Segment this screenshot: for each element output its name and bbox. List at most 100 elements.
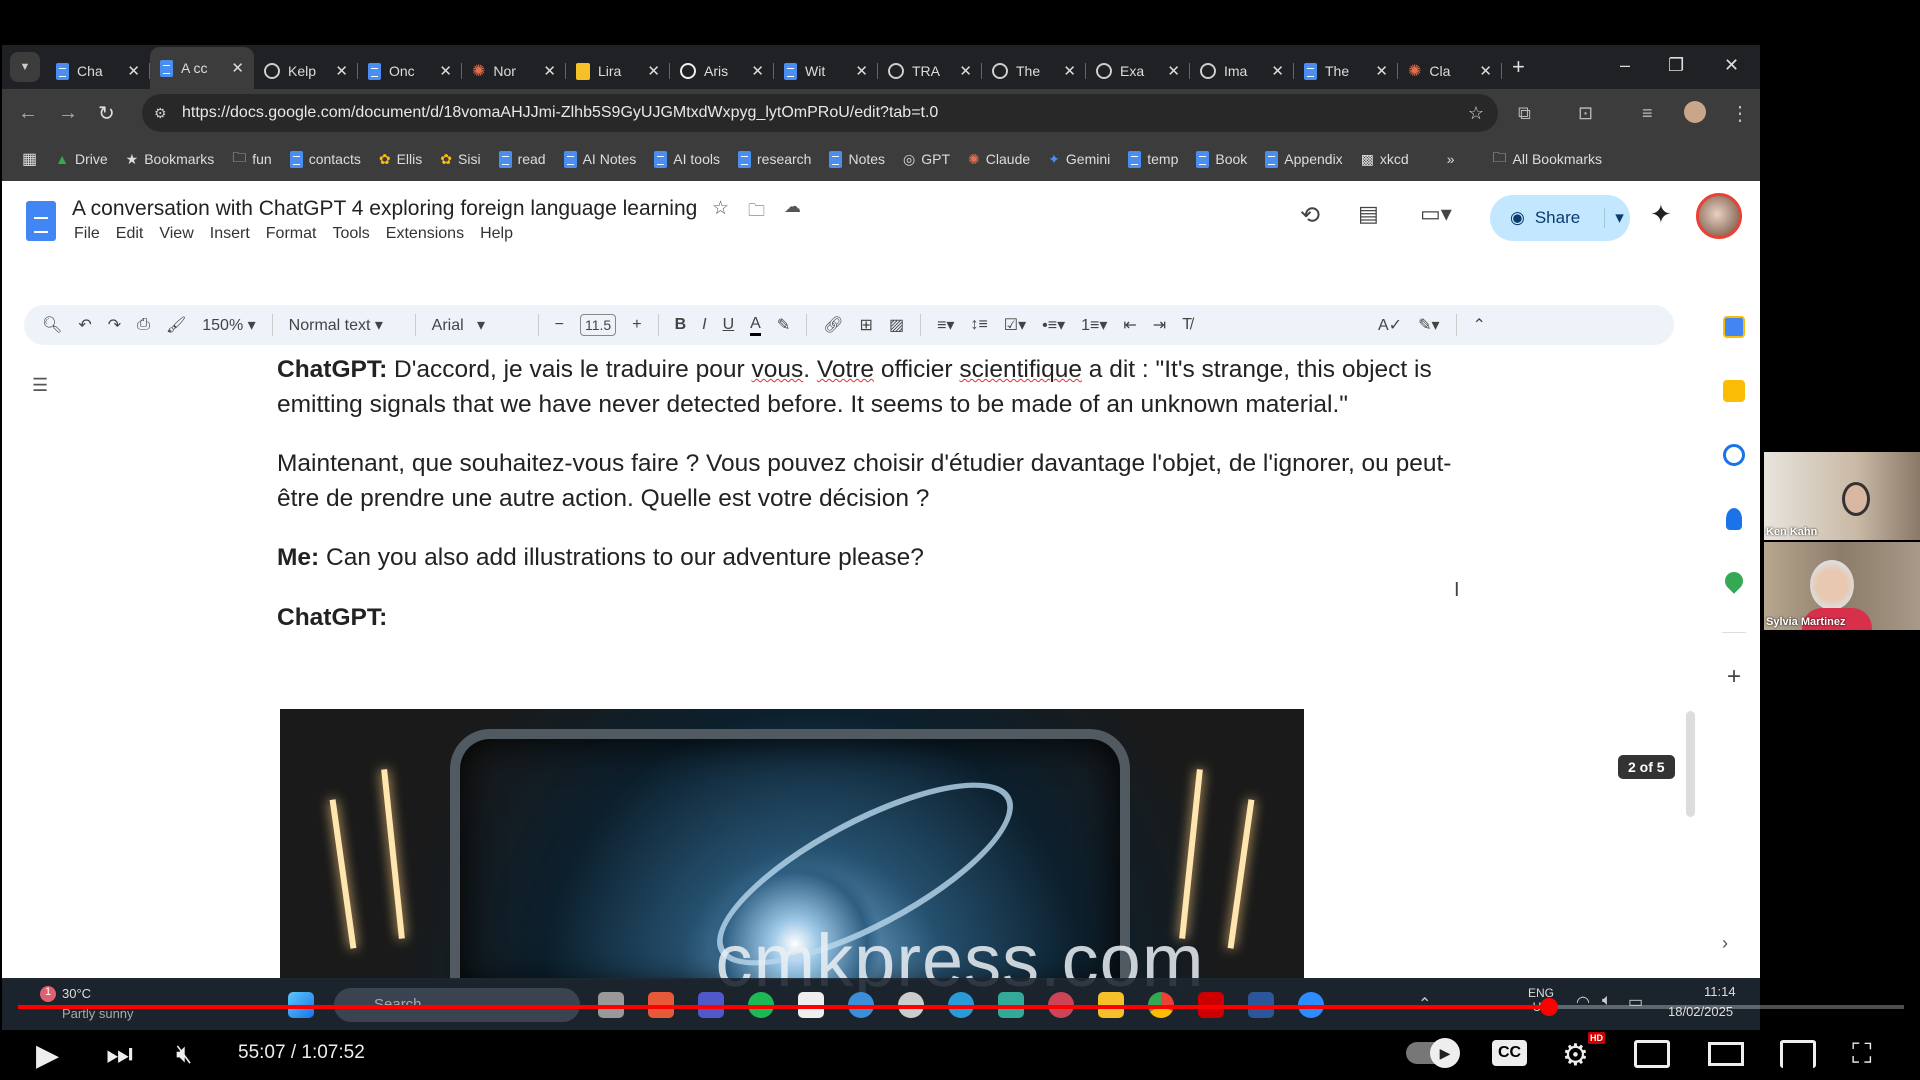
tab[interactable]: Wit ✕ <box>774 53 878 89</box>
site-info-icon[interactable]: ⚙ <box>154 105 167 122</box>
close-tab-icon[interactable]: ✕ <box>855 62 868 80</box>
comments-icon[interactable]: ▤ <box>1358 201 1379 227</box>
new-tab-button[interactable]: + <box>1512 54 1525 80</box>
next-icon[interactable]: ⏭︎ <box>106 1038 133 1072</box>
restore-button[interactable]: ❐ <box>1668 55 1684 76</box>
zoom-select[interactable]: 150% ▾ <box>202 315 255 335</box>
bookmark[interactable]: 🗀 fun <box>232 147 271 171</box>
comment-add-icon[interactable]: ⊞ <box>860 315 873 335</box>
close-window-button[interactable]: ✕ <box>1724 55 1739 76</box>
increase-indent-icon[interactable]: ⇥ <box>1153 315 1166 335</box>
bookmark[interactable]: ▲ Drive <box>55 147 108 171</box>
decrease-indent-icon[interactable]: ⇤ <box>1123 315 1136 335</box>
increase-font-size-button[interactable]: + <box>632 316 641 334</box>
menu-tools[interactable]: Tools <box>332 225 369 243</box>
menu-format[interactable]: Format <box>266 225 317 243</box>
close-tab-icon[interactable]: ✕ <box>1479 62 1492 80</box>
all-bookmarks-button[interactable]: 🗀 All Bookmarks <box>1493 147 1602 171</box>
menu-edit[interactable]: Edit <box>116 225 144 243</box>
minimize-button[interactable]: – <box>1620 55 1630 76</box>
bookmark[interactable]: temp <box>1128 147 1178 171</box>
tab[interactable]: The ✕ <box>1294 53 1398 89</box>
maps-icon[interactable] <box>1721 568 1747 594</box>
bookmark[interactable]: ✿ Ellis <box>379 147 422 171</box>
italic-icon[interactable]: I <box>702 316 706 334</box>
editing-mode-icon[interactable]: ✎▾ <box>1418 315 1439 335</box>
address-bar[interactable]: ⚙ https://docs.google.com/document/d/18v… <box>142 94 1498 132</box>
highlight-icon[interactable]: ✎ <box>777 315 790 335</box>
bookmark[interactable]: AI Notes <box>563 147 636 171</box>
bold-icon[interactable]: B <box>675 316 687 334</box>
bookmark[interactable]: ✿ Sisi <box>440 147 480 171</box>
spellcheck-icon[interactable]: A✓ <box>1378 315 1402 335</box>
autoplay-toggle[interactable]: ▶ <box>1406 1038 1460 1068</box>
close-tab-icon[interactable]: ✕ <box>127 62 140 80</box>
menu-extensions[interactable]: Extensions <box>386 225 464 243</box>
theater-mode-icon[interactable] <box>1708 1042 1744 1066</box>
document-title[interactable]: A conversation with ChatGPT 4 exploring … <box>72 197 697 221</box>
bookmark[interactable]: AI tools <box>654 147 720 171</box>
bookmark[interactable]: contacts <box>289 147 361 171</box>
tab[interactable]: ✺ Nor ✕ <box>462 53 566 89</box>
undo-icon[interactable]: ↶ <box>78 315 91 335</box>
checklist-icon[interactable]: ☑▾ <box>1004 315 1026 335</box>
scrollbar[interactable] <box>1686 711 1695 817</box>
tasks-icon[interactable] <box>1723 444 1745 466</box>
close-tab-icon[interactable]: ✕ <box>959 62 972 80</box>
collapse-toolbar-icon[interactable]: ⌃ <box>1473 315 1486 335</box>
keep-icon[interactable] <box>1723 380 1745 402</box>
extensions-icon[interactable]: ⧉ <box>1518 103 1531 124</box>
apps-icon[interactable]: ▦ <box>22 149 37 169</box>
tab[interactable]: Exa ✕ <box>1086 53 1190 89</box>
bookmark[interactable]: ▩ xkcd <box>1361 147 1409 171</box>
settings-icon[interactable]: ⚙ <box>1562 1038 1589 1073</box>
bookmark[interactable]: read <box>498 147 546 171</box>
tab[interactable]: TRA ✕ <box>878 53 982 89</box>
line-spacing-icon[interactable]: ↕≡ <box>970 316 987 334</box>
tab[interactable]: Aris ✕ <box>670 53 774 89</box>
paint-format-icon[interactable]: 🖌︎ <box>166 315 186 335</box>
clear-formatting-icon[interactable]: T̸ <box>1182 316 1192 334</box>
screenshot-icon[interactable]: ⊡ <box>1578 103 1593 124</box>
cast-icon[interactable] <box>1780 1040 1816 1068</box>
menu-file[interactable]: File <box>74 225 100 243</box>
battery-icon[interactable]: ▭ <box>1628 992 1643 1012</box>
misspelled-word[interactable]: Votre <box>817 356 874 383</box>
tab[interactable]: Lira ✕ <box>566 53 670 89</box>
bookmark-star-icon[interactable]: ☆ <box>1468 103 1484 124</box>
menu-view[interactable]: View <box>159 225 193 243</box>
video-progress-bar[interactable] <box>18 998 1904 1016</box>
close-tab-icon[interactable]: ✕ <box>1375 62 1388 80</box>
miniplayer-icon[interactable] <box>1634 1040 1670 1068</box>
bookmark[interactable]: ★ Bookmarks <box>126 147 215 171</box>
decrease-font-size-button[interactable]: − <box>555 316 564 334</box>
muted-volume-icon[interactable]: 🔇︎ <box>176 1038 192 1070</box>
wifi-icon[interactable]: ◠ <box>1576 992 1590 1012</box>
tab-search-button[interactable]: ▼ <box>10 52 40 82</box>
captions-button[interactable]: CC <box>1492 1040 1528 1066</box>
bookmark[interactable]: ✺ Claude <box>968 147 1030 171</box>
underline-icon[interactable]: U <box>723 316 735 334</box>
font-select[interactable]: Arial ▾ <box>432 315 522 335</box>
link-icon[interactable]: 🔗︎ <box>823 315 843 335</box>
tab[interactable]: ✺ Cla ✕ <box>1398 53 1502 89</box>
search-icon[interactable]: 🔍︎ <box>42 315 62 335</box>
misspelled-word[interactable]: scientifique <box>959 356 1082 383</box>
outline-icon[interactable]: ☰ <box>32 375 48 396</box>
reload-button[interactable]: ↻ <box>98 101 138 126</box>
play-icon[interactable]: ▶ <box>36 1038 59 1073</box>
cloud-saved-icon[interactable]: ☁ <box>784 197 801 217</box>
bookmark[interactable]: ◎ GPT <box>903 147 950 171</box>
close-tab-icon[interactable]: ✕ <box>647 62 660 80</box>
media-icon[interactable]: ≡ <box>1642 103 1653 124</box>
move-folder-icon[interactable]: 🗀 <box>748 198 765 227</box>
tray-chevron-icon[interactable]: ⌃ <box>1418 994 1431 1014</box>
close-tab-icon[interactable]: ✕ <box>751 62 764 80</box>
menu-insert[interactable]: Insert <box>210 225 250 243</box>
bookmark[interactable]: Appendix <box>1265 147 1343 171</box>
contacts-icon[interactable] <box>1726 508 1742 530</box>
bookmark[interactable]: Book <box>1196 147 1247 171</box>
fullscreen-icon[interactable]: ⛶ <box>1852 1038 1872 1071</box>
close-tab-icon[interactable]: ✕ <box>1271 62 1284 80</box>
close-tab-icon[interactable]: ✕ <box>543 62 556 80</box>
